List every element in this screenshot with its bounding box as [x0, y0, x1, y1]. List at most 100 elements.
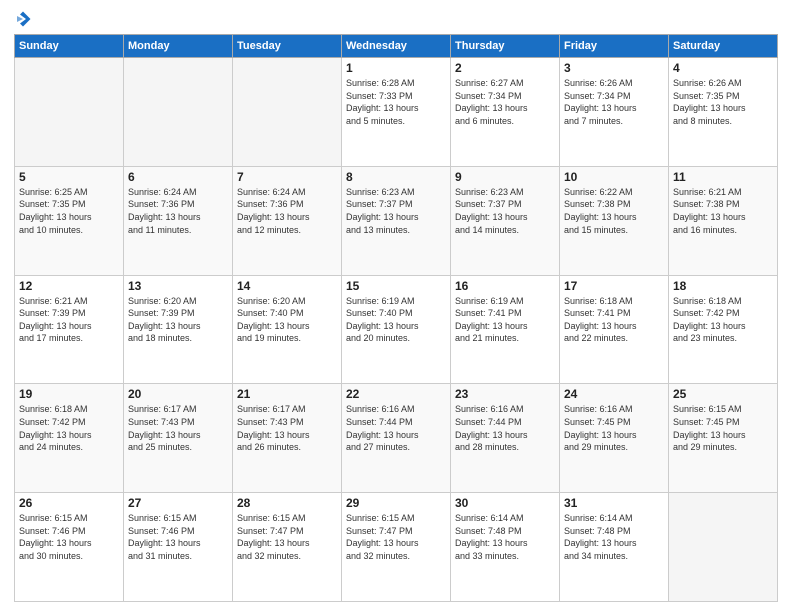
day-number: 2	[455, 61, 555, 75]
day-info: Sunrise: 6:20 AM Sunset: 7:40 PM Dayligh…	[237, 295, 337, 345]
day-info: Sunrise: 6:28 AM Sunset: 7:33 PM Dayligh…	[346, 77, 446, 127]
day-number: 20	[128, 387, 228, 401]
day-info: Sunrise: 6:14 AM Sunset: 7:48 PM Dayligh…	[455, 512, 555, 562]
day-info: Sunrise: 6:17 AM Sunset: 7:43 PM Dayligh…	[128, 403, 228, 453]
day-info: Sunrise: 6:16 AM Sunset: 7:44 PM Dayligh…	[455, 403, 555, 453]
day-number: 7	[237, 170, 337, 184]
day-number: 26	[19, 496, 119, 510]
calendar-cell: 7 Sunrise: 6:24 AM Sunset: 7:36 PM Daylig…	[233, 166, 342, 275]
day-number: 23	[455, 387, 555, 401]
calendar-cell: 18 Sunrise: 6:18 AM Sunset: 7:42 PM Dayli…	[669, 275, 778, 384]
day-info: Sunrise: 6:25 AM Sunset: 7:35 PM Dayligh…	[19, 186, 119, 236]
calendar-cell: 11 Sunrise: 6:21 AM Sunset: 7:38 PM Dayli…	[669, 166, 778, 275]
calendar-cell: 21Sunrise: 6:17 AM Sunset: 7:43 PM Dayli…	[233, 384, 342, 493]
day-number: 6	[128, 170, 228, 184]
day-header-saturday: Saturday	[669, 35, 778, 58]
calendar-cell: 10 Sunrise: 6:22 AM Sunset: 7:38 PM Dayli…	[560, 166, 669, 275]
week-row: 26 Sunrise: 6:15 AM Sunset: 7:46 PM Dayli…	[15, 493, 778, 602]
day-info: Sunrise: 6:16 AM Sunset: 7:44 PM Dayligh…	[346, 403, 446, 453]
day-number: 11	[673, 170, 773, 184]
day-number: 9	[455, 170, 555, 184]
logo	[14, 10, 34, 28]
day-number: 28	[237, 496, 337, 510]
day-info: Sunrise: 6:22 AM Sunset: 7:38 PM Dayligh…	[564, 186, 664, 236]
day-info: Sunrise: 6:18 AM Sunset: 7:41 PM Dayligh…	[564, 295, 664, 345]
calendar-cell: 9 Sunrise: 6:23 AM Sunset: 7:37 PM Daylig…	[451, 166, 560, 275]
calendar-cell: 13 Sunrise: 6:20 AM Sunset: 7:39 PM Dayli…	[124, 275, 233, 384]
day-number: 4	[673, 61, 773, 75]
day-info: Sunrise: 6:21 AM Sunset: 7:39 PM Dayligh…	[19, 295, 119, 345]
day-info: Sunrise: 6:18 AM Sunset: 7:42 PM Dayligh…	[19, 403, 119, 453]
day-number: 1	[346, 61, 446, 75]
calendar-cell: 25 Sunrise: 6:15 AM Sunset: 7:45 PM Dayli…	[669, 384, 778, 493]
day-number: 13	[128, 279, 228, 293]
day-info: Sunrise: 6:19 AM Sunset: 7:41 PM Dayligh…	[455, 295, 555, 345]
calendar-cell: 24Sunrise: 6:16 AM Sunset: 7:45 PM Dayli…	[560, 384, 669, 493]
day-info: Sunrise: 6:26 AM Sunset: 7:35 PM Dayligh…	[673, 77, 773, 127]
calendar-cell: 20 Sunrise: 6:17 AM Sunset: 7:43 PM Dayli…	[124, 384, 233, 493]
calendar-cell: 1 Sunrise: 6:28 AM Sunset: 7:33 PM Daylig…	[342, 58, 451, 167]
calendar-cell: 4 Sunrise: 6:26 AM Sunset: 7:35 PM Daylig…	[669, 58, 778, 167]
calendar-cell: 27 Sunrise: 6:15 AM Sunset: 7:46 PM Dayli…	[124, 493, 233, 602]
calendar-cell: 12 Sunrise: 6:21 AM Sunset: 7:39 PM Dayli…	[15, 275, 124, 384]
day-header-thursday: Thursday	[451, 35, 560, 58]
calendar-cell: 31 Sunrise: 6:14 AM Sunset: 7:48 PM Dayli…	[560, 493, 669, 602]
day-info: Sunrise: 6:17 AM Sunset: 7:43 PM Dayligh…	[237, 403, 337, 453]
day-info: Sunrise: 6:15 AM Sunset: 7:45 PM Dayligh…	[673, 403, 773, 453]
calendar-cell: 3Sunrise: 6:26 AM Sunset: 7:34 PM Daylig…	[560, 58, 669, 167]
day-number: 12	[19, 279, 119, 293]
calendar-cell: 26 Sunrise: 6:15 AM Sunset: 7:46 PM Dayli…	[15, 493, 124, 602]
day-number: 29	[346, 496, 446, 510]
calendar-cell	[233, 58, 342, 167]
day-number: 24	[564, 387, 664, 401]
day-number: 8	[346, 170, 446, 184]
day-number: 27	[128, 496, 228, 510]
day-info: Sunrise: 6:15 AM Sunset: 7:47 PM Dayligh…	[237, 512, 337, 562]
calendar-cell	[669, 493, 778, 602]
day-info: Sunrise: 6:21 AM Sunset: 7:38 PM Dayligh…	[673, 186, 773, 236]
header-row: SundayMondayTuesdayWednesdayThursdayFrid…	[15, 35, 778, 58]
day-number: 10	[564, 170, 664, 184]
header	[14, 10, 778, 28]
day-header-sunday: Sunday	[15, 35, 124, 58]
page: SundayMondayTuesdayWednesdayThursdayFrid…	[0, 0, 792, 612]
day-header-monday: Monday	[124, 35, 233, 58]
day-number: 3	[564, 61, 664, 75]
calendar-cell: 2 Sunrise: 6:27 AM Sunset: 7:34 PM Daylig…	[451, 58, 560, 167]
day-info: Sunrise: 6:18 AM Sunset: 7:42 PM Dayligh…	[673, 295, 773, 345]
day-number: 19	[19, 387, 119, 401]
day-number: 30	[455, 496, 555, 510]
day-info: Sunrise: 6:15 AM Sunset: 7:46 PM Dayligh…	[19, 512, 119, 562]
day-header-tuesday: Tuesday	[233, 35, 342, 58]
day-info: Sunrise: 6:24 AM Sunset: 7:36 PM Dayligh…	[128, 186, 228, 236]
calendar-cell: 14 Sunrise: 6:20 AM Sunset: 7:40 PM Dayli…	[233, 275, 342, 384]
calendar-cell	[15, 58, 124, 167]
day-number: 15	[346, 279, 446, 293]
calendar-cell: 8 Sunrise: 6:23 AM Sunset: 7:37 PM Daylig…	[342, 166, 451, 275]
day-info: Sunrise: 6:15 AM Sunset: 7:47 PM Dayligh…	[346, 512, 446, 562]
day-info: Sunrise: 6:27 AM Sunset: 7:34 PM Dayligh…	[455, 77, 555, 127]
calendar-cell: 15Sunrise: 6:19 AM Sunset: 7:40 PM Dayli…	[342, 275, 451, 384]
day-info: Sunrise: 6:15 AM Sunset: 7:46 PM Dayligh…	[128, 512, 228, 562]
calendar-cell: 30 Sunrise: 6:14 AM Sunset: 7:48 PM Dayli…	[451, 493, 560, 602]
day-info: Sunrise: 6:20 AM Sunset: 7:39 PM Dayligh…	[128, 295, 228, 345]
day-info: Sunrise: 6:23 AM Sunset: 7:37 PM Dayligh…	[455, 186, 555, 236]
day-info: Sunrise: 6:14 AM Sunset: 7:48 PM Dayligh…	[564, 512, 664, 562]
day-number: 17	[564, 279, 664, 293]
calendar-cell: 6 Sunrise: 6:24 AM Sunset: 7:36 PM Daylig…	[124, 166, 233, 275]
day-number: 25	[673, 387, 773, 401]
calendar-cell	[124, 58, 233, 167]
day-info: Sunrise: 6:24 AM Sunset: 7:36 PM Dayligh…	[237, 186, 337, 236]
week-row: 5Sunrise: 6:25 AM Sunset: 7:35 PM Daylig…	[15, 166, 778, 275]
calendar-cell: 19 Sunrise: 6:18 AM Sunset: 7:42 PM Dayli…	[15, 384, 124, 493]
day-info: Sunrise: 6:23 AM Sunset: 7:37 PM Dayligh…	[346, 186, 446, 236]
week-row: 19 Sunrise: 6:18 AM Sunset: 7:42 PM Dayli…	[15, 384, 778, 493]
day-number: 18	[673, 279, 773, 293]
calendar-cell: 17 Sunrise: 6:18 AM Sunset: 7:41 PM Dayli…	[560, 275, 669, 384]
day-number: 31	[564, 496, 664, 510]
day-number: 14	[237, 279, 337, 293]
calendar-cell: 22Sunrise: 6:16 AM Sunset: 7:44 PM Dayli…	[342, 384, 451, 493]
calendar-cell: 29 Sunrise: 6:15 AM Sunset: 7:47 PM Dayli…	[342, 493, 451, 602]
calendar-cell: 23 Sunrise: 6:16 AM Sunset: 7:44 PM Dayli…	[451, 384, 560, 493]
week-row: 12 Sunrise: 6:21 AM Sunset: 7:39 PM Dayli…	[15, 275, 778, 384]
